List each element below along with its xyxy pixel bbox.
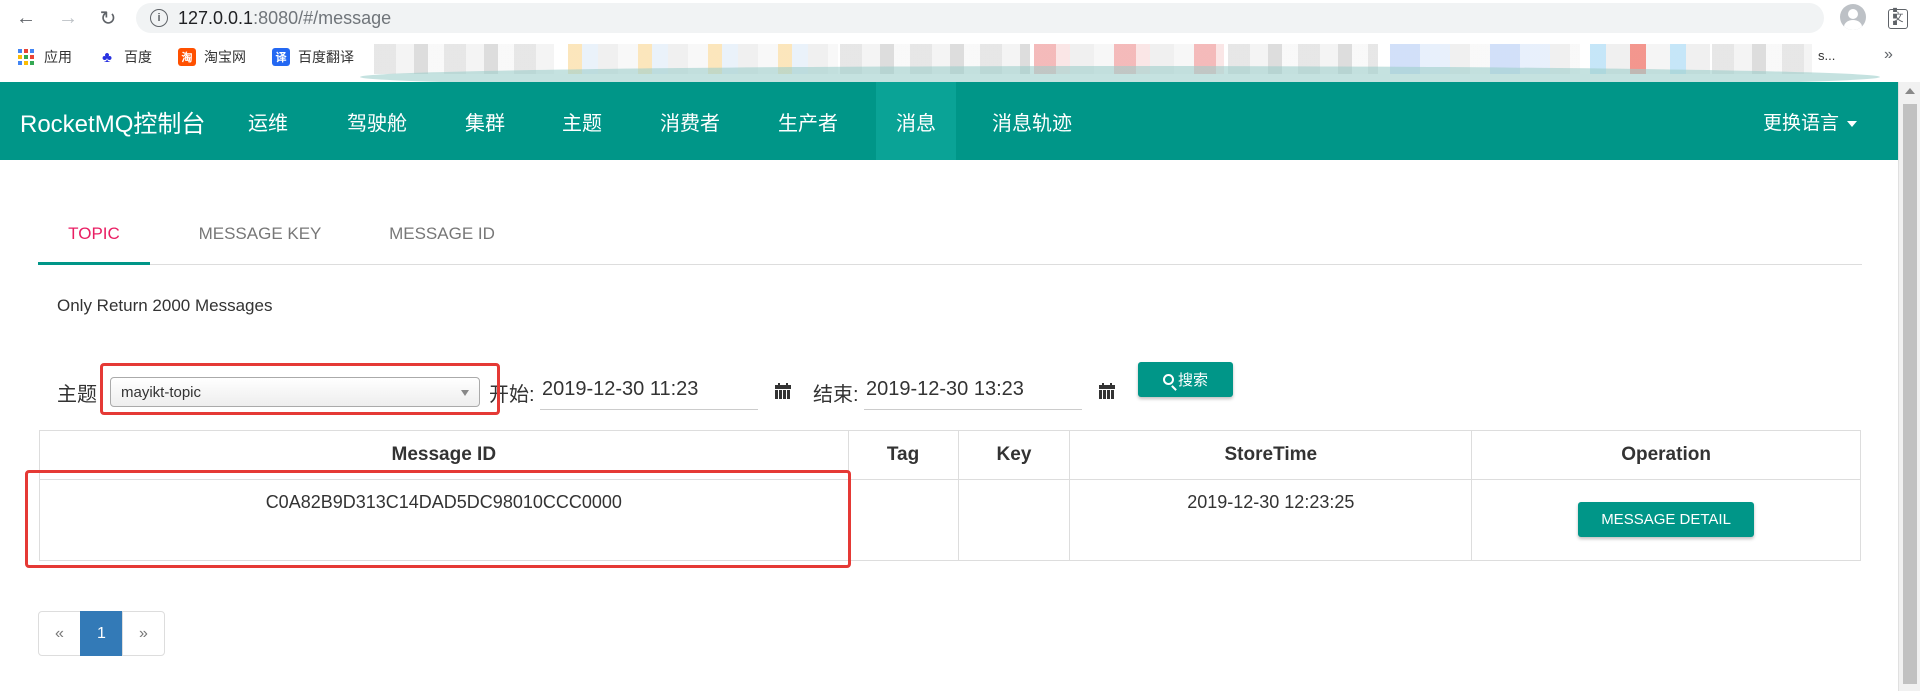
bookmark-overflow-text: s... — [1818, 48, 1836, 63]
nav-item-cluster[interactable]: 集群 — [457, 82, 513, 160]
forward-arrow-icon[interactable]: → — [54, 4, 82, 32]
scroll-thumb[interactable] — [1903, 104, 1917, 684]
end-time-input[interactable]: 2019-12-30 13:23 — [864, 372, 1082, 410]
highlight-box-message-id — [25, 470, 851, 568]
calendar-icon[interactable] — [1099, 383, 1115, 399]
bookmark-taobao[interactable]: 淘 淘宝网 — [178, 47, 246, 67]
apps-grid-icon — [18, 49, 34, 65]
search-button[interactable]: 搜索 — [1138, 362, 1233, 397]
column-header-operation: Operation — [1471, 430, 1861, 480]
baidu-translate-icon: 译 — [272, 48, 290, 66]
pagination: « 1 » — [38, 611, 165, 656]
profile-avatar-icon[interactable] — [1840, 4, 1866, 30]
column-header-key: Key — [957, 430, 1071, 480]
cell-store-time: 2019-12-30 12:23:25 — [1069, 479, 1473, 561]
tab-message-key[interactable]: MESSAGE KEY — [174, 212, 346, 265]
back-arrow-icon[interactable]: ← — [12, 4, 40, 32]
taobao-icon: 淘 — [178, 48, 196, 66]
result-limit-note: Only Return 2000 Messages — [57, 296, 273, 315]
calendar-icon[interactable] — [775, 383, 791, 399]
tab-topic[interactable]: TOPIC — [38, 212, 150, 265]
bookmarks-chevron-icon[interactable]: » — [1884, 46, 1893, 64]
highlight-box-topic — [100, 363, 500, 415]
scroll-up-arrow-icon[interactable] — [1905, 88, 1915, 94]
search-icon — [1162, 374, 1174, 385]
reload-icon[interactable]: ↻ — [94, 4, 122, 32]
column-header-tag: Tag — [847, 430, 959, 480]
bookmark-baidu[interactable]: ♣ 百度 — [98, 47, 152, 67]
browser-toolbar: ← → ↻ i 127.0.0.1:8080/#/message 文 ☆ ⋮ — [0, 0, 1920, 36]
nav-item-dashboard[interactable]: 驾驶舱 — [339, 82, 415, 160]
nav-item-consumer[interactable]: 消费者 — [652, 82, 728, 160]
pagination-page-1[interactable]: 1 — [80, 611, 123, 656]
column-header-store-time: StoreTime — [1069, 430, 1473, 480]
topic-label: 主题 — [57, 384, 97, 406]
pagination-next[interactable]: » — [122, 611, 165, 656]
nav-item-message-trace[interactable]: 消息轨迹 — [984, 82, 1080, 160]
app-navbar: RocketMQ控制台 运维 驾驶舱 集群 主题 消费者 生产者 消息 消息轨迹… — [0, 82, 1898, 160]
caret-down-icon — [1847, 120, 1858, 127]
address-bar[interactable]: i 127.0.0.1:8080/#/message 文 ☆ — [136, 3, 1908, 33]
brand-title[interactable]: RocketMQ控制台 — [20, 104, 205, 139]
start-time-input[interactable]: 2019-12-30 11:23 — [540, 372, 758, 410]
tab-message-id[interactable]: MESSAGE ID — [358, 212, 526, 265]
url-text: 127.0.0.1:8080/#/message — [178, 8, 392, 28]
page-scrollbar[interactable] — [1898, 82, 1920, 691]
bookmark-baidu-translate[interactable]: 译 百度翻译 — [272, 47, 354, 67]
message-detail-button[interactable]: MESSAGE DETAIL — [1578, 502, 1755, 537]
end-time-label: 结束: — [813, 384, 859, 406]
nav-item-message[interactable]: 消息 — [876, 82, 956, 160]
site-info-icon[interactable]: i — [150, 9, 168, 27]
pagination-prev[interactable]: « — [38, 611, 81, 656]
cell-key — [957, 479, 1071, 561]
nav-item-ops[interactable]: 运维 — [240, 82, 296, 160]
cell-operation: MESSAGE DETAIL — [1471, 479, 1861, 561]
bookmark-apps[interactable]: 应用 — [18, 47, 72, 67]
language-dropdown[interactable]: 更换语言 — [1763, 108, 1858, 135]
cell-tag — [847, 479, 959, 561]
nav-item-producer[interactable]: 生产者 — [770, 82, 846, 160]
baidu-paw-icon: ♣ — [98, 48, 116, 66]
nav-item-topic[interactable]: 主题 — [554, 82, 610, 160]
browser-menu-icon[interactable]: ⋮ — [1884, 4, 1906, 30]
search-mode-tabs: TOPIC MESSAGE KEY MESSAGE ID — [38, 212, 1862, 265]
